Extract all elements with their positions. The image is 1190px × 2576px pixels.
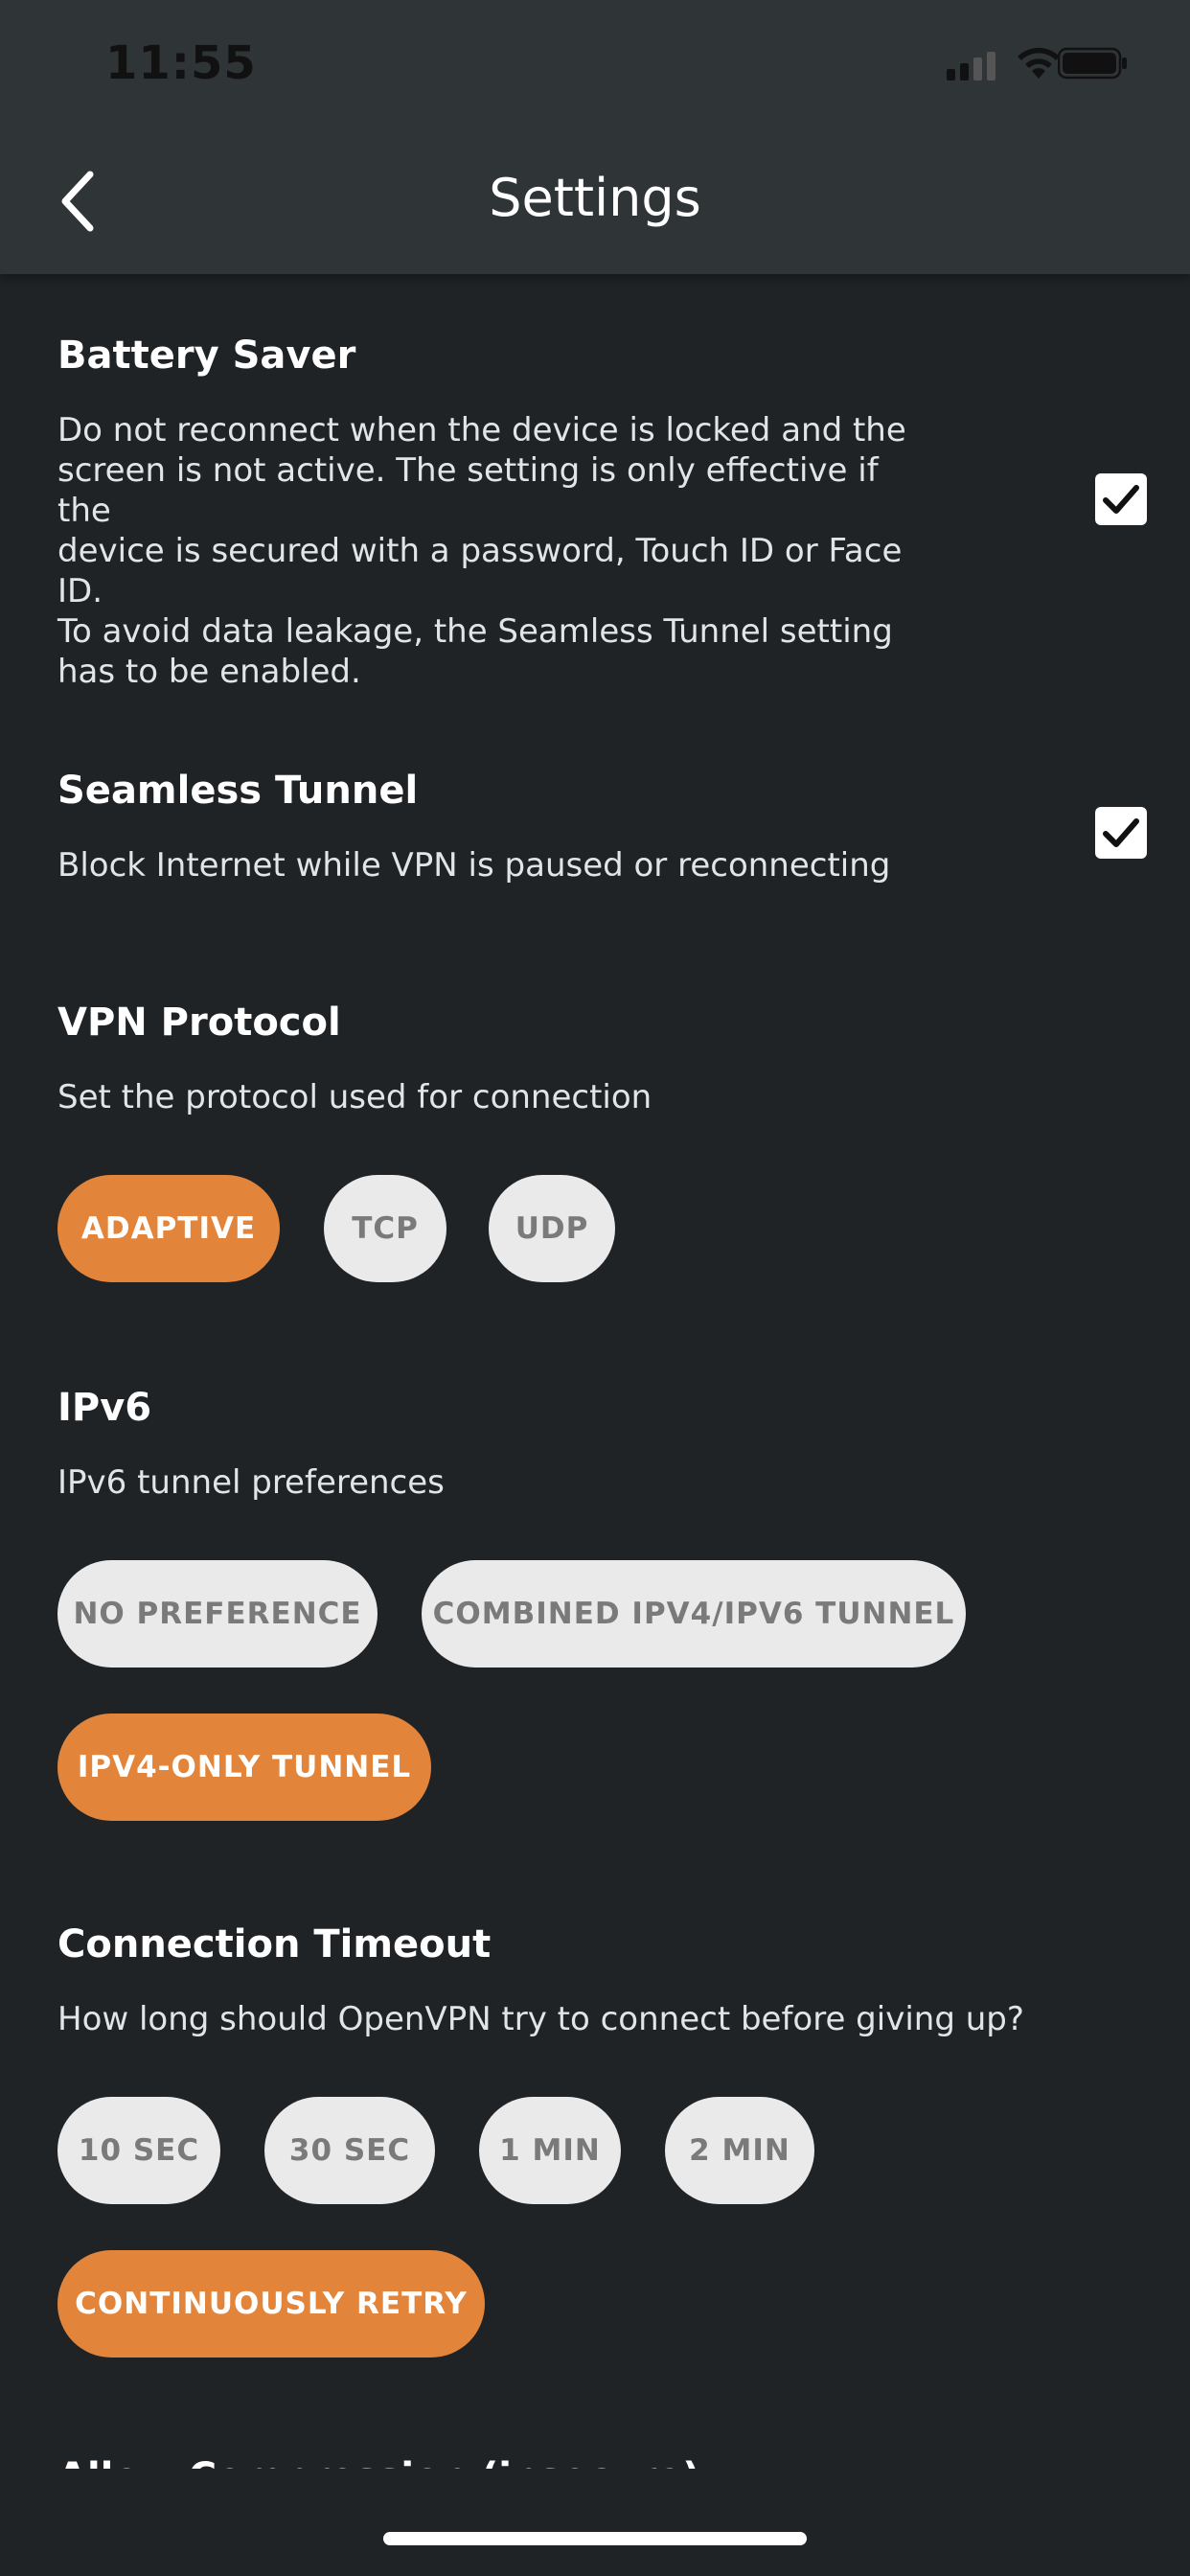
ipv6-description: IPv6 tunnel preferences <box>57 1463 445 1502</box>
battery-saver-title: Battery Saver <box>57 334 356 378</box>
seamless-tunnel-title: Seamless Tunnel <box>57 769 419 813</box>
battery-saver-checkbox[interactable] <box>1095 473 1147 525</box>
cellular-signal-icon <box>947 52 995 80</box>
connection-timeout-description: How long should OpenVPN try to connect b… <box>57 2000 1024 2038</box>
vpn-protocol-description: Set the protocol used for connection <box>57 1078 652 1116</box>
ipv6-option-ipv4-only[interactable]: IPV4-ONLY TUNNEL <box>57 1714 431 1821</box>
vpn-protocol-section: VPN Protocol Set the protocol used for c… <box>57 1000 1190 1282</box>
timeout-option-10-sec[interactable]: 10 SEC <box>57 2097 220 2204</box>
battery-saver-description-line: has to be enabled. <box>57 653 361 691</box>
settings-list[interactable]: Battery Saver Do not reconnect when the … <box>0 274 1190 2469</box>
connection-timeout-title: Connection Timeout <box>57 1922 492 1966</box>
ipv6-options-row-2: IPV4-ONLY TUNNEL <box>57 1714 431 1821</box>
protocol-option-udp[interactable]: UDP <box>489 1175 615 1282</box>
battery-saver-description-line: To avoid data leakage, the Seamless Tunn… <box>57 612 893 651</box>
home-indicator[interactable] <box>383 2532 807 2545</box>
wifi-icon <box>1018 47 1060 79</box>
next-section-title: Allow Compression (insecure) <box>57 2455 700 2469</box>
connection-timeout-section: Connection Timeout How long should OpenV… <box>57 1922 1190 2358</box>
vpn-protocol-options: ADAPTIVE TCP UDP <box>57 1175 615 1282</box>
ipv6-options-row-1: NO PREFERENCE COMBINED IPV4/IPV6 TUNNEL <box>57 1560 966 1668</box>
timeout-option-30-sec[interactable]: 30 SEC <box>264 2097 435 2204</box>
checkmark-icon <box>1103 818 1139 847</box>
battery-saver-description: Do not reconnect when the device is lock… <box>57 410 939 692</box>
status-time: 11:55 <box>105 36 257 90</box>
ipv6-option-combined-tunnel[interactable]: COMBINED IPV4/IPV6 TUNNEL <box>422 1560 966 1668</box>
battery-saver-description-line: ID. <box>57 572 103 610</box>
timeout-options-row-2: CONTINUOUSLY RETRY <box>57 2250 485 2358</box>
battery-saver-description-line: Do not reconnect when the device is lock… <box>57 411 906 449</box>
seamless-tunnel-checkbox[interactable] <box>1095 807 1147 859</box>
protocol-option-tcp[interactable]: TCP <box>324 1175 446 1282</box>
vpn-protocol-title: VPN Protocol <box>57 1000 341 1045</box>
protocol-option-adaptive[interactable]: ADAPTIVE <box>57 1175 280 1282</box>
page-title: Settings <box>489 168 701 228</box>
seamless-tunnel-section: Seamless Tunnel Block Internet while VPN… <box>57 769 1190 886</box>
battery-saver-section: Battery Saver Do not reconnect when the … <box>57 334 1190 692</box>
checkmark-icon <box>1103 485 1139 514</box>
ipv6-option-no-preference[interactable]: NO PREFERENCE <box>57 1560 378 1668</box>
ipv6-section: IPv6 IPv6 tunnel preferences NO PREFEREN… <box>57 1386 1190 1821</box>
timeout-options-row-1: 10 SEC 30 SEC 1 MIN 2 MIN <box>57 2097 814 2204</box>
navigation-bar: 11:55 Settings <box>0 0 1190 274</box>
timeout-option-2-min[interactable]: 2 MIN <box>665 2097 814 2204</box>
battery-saver-description-line: device is secured with a password, Touch… <box>57 532 903 570</box>
battery-icon <box>1058 47 1127 80</box>
battery-saver-description-line: screen is not active. The setting is onl… <box>57 451 879 530</box>
timeout-option-1-min[interactable]: 1 MIN <box>479 2097 621 2204</box>
ipv6-title: IPv6 <box>57 1386 152 1430</box>
timeout-option-continuously-retry[interactable]: CONTINUOUSLY RETRY <box>57 2250 485 2358</box>
seamless-tunnel-description: Block Internet while VPN is paused or re… <box>57 846 891 885</box>
